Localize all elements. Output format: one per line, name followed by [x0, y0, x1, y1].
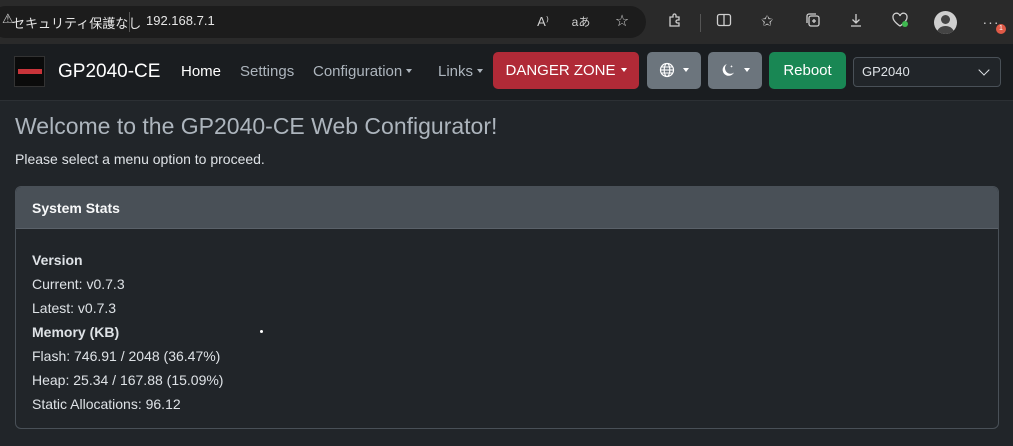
reboot-button[interactable]: Reboot: [769, 52, 846, 89]
profile-avatar[interactable]: [934, 11, 957, 34]
moon-stars-icon: [720, 62, 749, 79]
security-status[interactable]: セキュリティ保護なし: [12, 13, 141, 32]
toolbar-divider: [700, 14, 701, 32]
extensions-icon[interactable]: [664, 12, 686, 33]
nav-configuration-label: Configuration: [313, 63, 403, 80]
system-stats-card: System Stats Version Current: v0.7.3 Lat…: [15, 186, 999, 429]
page-title: Welcome to the GP2040-CE Web Configurato…: [15, 113, 498, 139]
board-select[interactable]: GP2040: [853, 57, 1001, 87]
browser-essentials-icon[interactable]: [889, 12, 911, 33]
memory-heading: Memory (KB): [32, 324, 120, 340]
read-aloud-icon[interactable]: A⁾: [532, 12, 554, 32]
translate-icon[interactable]: aあ: [570, 12, 592, 32]
latest-version: Latest: v0.7.3: [32, 300, 117, 316]
collections-icon[interactable]: [802, 12, 824, 33]
reboot-label: Reboot: [783, 62, 832, 79]
nav-links-label: Links: [438, 63, 474, 80]
browser-toolbar: ⚠ セキュリティ保護なし 192.168.7.1 A⁾ aあ ☆ ✩ ··· 1: [0, 0, 1013, 44]
favorites-icon[interactable]: ✩: [756, 12, 778, 32]
board-select-value: GP2040: [862, 64, 910, 79]
downloads-icon[interactable]: [845, 12, 867, 33]
notification-badge: 1: [996, 24, 1006, 34]
globe-icon: [659, 62, 688, 79]
brand-logo[interactable]: [14, 56, 45, 87]
flash-usage: Flash: 746.91 / 2048 (36.47%): [32, 348, 221, 364]
version-heading: Version: [32, 252, 83, 268]
nav-settings[interactable]: Settings: [240, 63, 294, 80]
card-body: Version Current: v0.7.3 Latest: v0.7.3 M…: [16, 229, 998, 416]
language-dropdown-button[interactable]: [647, 52, 701, 89]
nav-links-dropdown[interactable]: Links: [438, 63, 483, 80]
split-screen-icon[interactable]: [713, 12, 735, 33]
danger-zone-button[interactable]: DANGER ZONE: [493, 52, 639, 89]
heap-usage: Heap: 25.34 / 167.88 (15.09%): [32, 372, 224, 388]
address-divider: [129, 12, 130, 32]
nav-home[interactable]: Home: [181, 63, 221, 80]
card-header: System Stats: [16, 187, 998, 229]
current-version: Current: v0.7.3: [32, 276, 125, 292]
url-text[interactable]: 192.168.7.1: [146, 13, 215, 28]
static-allocations: Static Allocations: 96.12: [32, 396, 181, 412]
app-navbar: GP2040-CE Home Settings Configuration Li…: [0, 44, 1013, 101]
mouse-cursor: [260, 330, 263, 333]
chevron-down-icon: [978, 64, 990, 76]
theme-dropdown-button[interactable]: [708, 52, 762, 89]
logo-mark: [18, 69, 42, 74]
nav-configuration-dropdown[interactable]: Configuration: [313, 63, 412, 80]
brand-title[interactable]: GP2040-CE: [58, 61, 160, 83]
page-subtitle: Please select a menu option to proceed.: [15, 151, 265, 167]
favorite-icon[interactable]: ☆: [611, 12, 633, 32]
danger-zone-label: DANGER ZONE: [505, 62, 616, 79]
